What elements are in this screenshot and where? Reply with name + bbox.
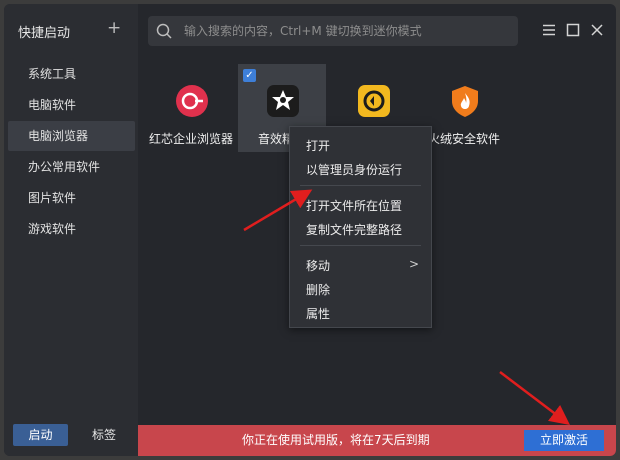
app-window: 快捷启动 + 系统工具 电脑软件 电脑浏览器 办公常用软件 图片软件 游戏软件 …	[4, 4, 616, 456]
menu-item-properties[interactable]: 属性	[306, 305, 330, 322]
search-placeholder: 输入搜索的内容，Ctrl+M 键切换到迷你模式	[184, 24, 422, 38]
menu-divider	[300, 185, 421, 186]
trial-banner: 你正在使用试用版，将在7天后到期 立即激活	[138, 425, 616, 456]
sidebar-item-pc-browser[interactable]: 电脑浏览器	[8, 121, 135, 151]
menu-item-open-file-location[interactable]: 打开文件所在位置	[306, 197, 402, 214]
sidebar-nav: 系统工具 电脑软件 电脑浏览器 办公常用软件 图片软件 游戏软件	[8, 59, 135, 245]
add-group-button[interactable]: +	[107, 18, 121, 38]
sidebar-item-image-software[interactable]: 图片软件	[8, 183, 135, 213]
tag-tab-button[interactable]: 标签	[79, 424, 129, 446]
sidebar-bottom-tabs: 启动 标签	[13, 424, 133, 446]
sidebar-item-game-software[interactable]: 游戏软件	[8, 214, 135, 244]
sidebar-item-office-software[interactable]: 办公常用软件	[8, 152, 135, 182]
search-input[interactable]: 输入搜索的内容，Ctrl+M 键切换到迷你模式	[148, 16, 518, 46]
menu-item-run-as-admin[interactable]: 以管理员身份运行	[306, 161, 402, 178]
maximize-icon[interactable]	[565, 22, 581, 38]
menu-divider	[300, 245, 421, 246]
menu-icon[interactable]	[541, 22, 557, 38]
sidebar-item-pc-software[interactable]: 电脑软件	[8, 90, 135, 120]
sidebar-title: 快捷启动	[18, 26, 71, 41]
menu-item-open[interactable]: 打开	[306, 137, 330, 154]
trial-text: 你正在使用试用版，将在7天后到期	[242, 433, 430, 447]
start-tab-button[interactable]: 启动	[13, 424, 68, 446]
close-icon[interactable]	[589, 22, 605, 38]
app-tile-huorong[interactable]: 火绒安全软件	[420, 64, 508, 152]
menu-item-move[interactable]: 移动	[306, 257, 330, 274]
rescue-icon	[358, 85, 390, 117]
hongxin-browser-icon	[176, 85, 208, 117]
sidebar: 快捷启动 + 系统工具 电脑软件 电脑浏览器 办公常用软件 图片软件 游戏软件 …	[4, 4, 138, 456]
context-menu: 打开 以管理员身份运行 打开文件所在位置 复制文件完整路径 移动 > 删除 属性	[289, 126, 432, 328]
sound-effect-icon	[267, 85, 299, 117]
sidebar-item-system-tools[interactable]: 系统工具	[8, 59, 135, 89]
activate-now-button[interactable]: 立即激活	[524, 430, 604, 451]
search-icon	[156, 23, 172, 39]
huorong-security-icon	[452, 86, 478, 117]
menu-item-delete[interactable]: 删除	[306, 281, 330, 298]
checkbox-checked-icon[interactable]: ✓	[243, 69, 256, 82]
submenu-arrow-icon: >	[408, 257, 419, 271]
menu-item-copy-full-path[interactable]: 复制文件完整路径	[306, 221, 402, 238]
app-tile-hongxin[interactable]: 红芯企业浏览器	[147, 64, 235, 152]
